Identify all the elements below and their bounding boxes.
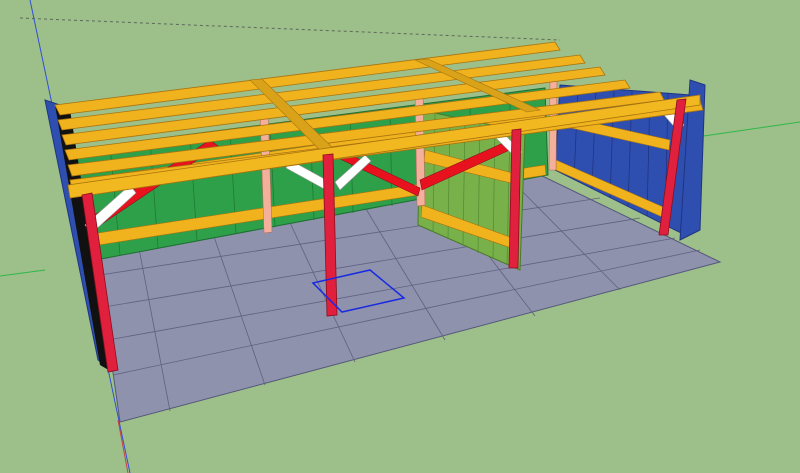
shed-model-scene[interactable] bbox=[0, 0, 800, 473]
3d-modeling-viewport[interactable] bbox=[0, 0, 800, 473]
